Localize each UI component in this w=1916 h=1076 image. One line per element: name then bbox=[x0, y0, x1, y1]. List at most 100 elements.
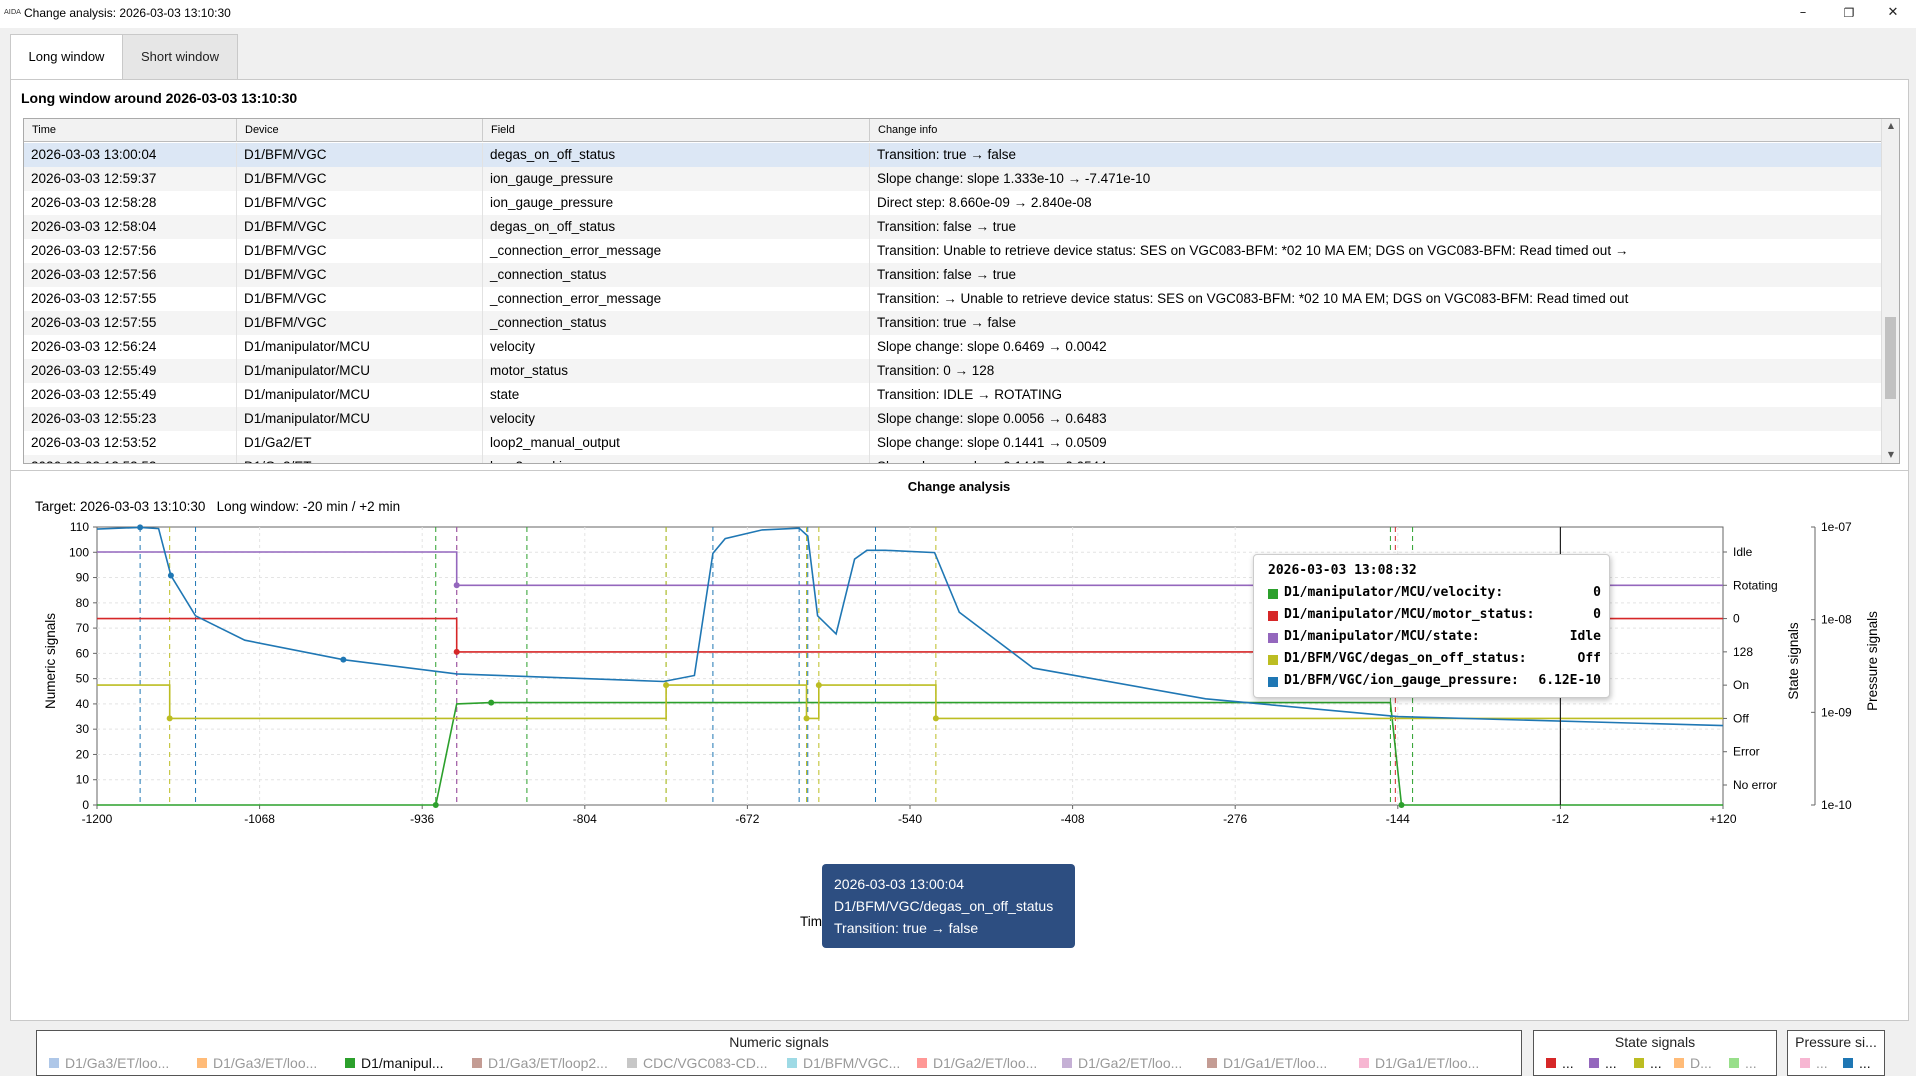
tooltip-label: D1/manipulator/MCU/velocity: bbox=[1284, 585, 1504, 600]
event-tooltip-time: 2026-03-03 13:00:04 bbox=[834, 876, 964, 892]
change-table[interactable]: Time Device Field Change info 2026-03-03… bbox=[23, 118, 1900, 464]
app-icon: AIDA bbox=[4, 8, 21, 16]
series-point[interactable] bbox=[340, 656, 347, 663]
x-tick-label: -1200 bbox=[82, 812, 113, 826]
table-row[interactable]: 2026-03-03 13:00:04 D1/BFM/VGC degas_on_of… bbox=[24, 143, 1882, 167]
legend-swatch-icon bbox=[472, 1058, 482, 1068]
y-tick-label: 50 bbox=[76, 672, 90, 686]
tab-long-window[interactable]: Long window bbox=[10, 34, 123, 81]
cell-changeinfo: Direct step: 8.660e-09 → 2.840e-08 bbox=[870, 191, 1882, 215]
cell-device: D1/BFM/VGC bbox=[237, 167, 483, 191]
table-row[interactable]: 2026-03-03 12:57:56 D1/BFM/VGC _connection… bbox=[24, 263, 1882, 287]
table-row[interactable]: 2026-03-03 12:53:52D1/Ga2/ETloop2_workin… bbox=[24, 455, 1882, 463]
legend-numeric: Numeric signals D1/Ga3/ET/loo... D1/Ga3/E… bbox=[36, 1030, 1522, 1076]
table-row[interactable]: 2026-03-03 12:57:55 D1/BFM/VGC _connection… bbox=[24, 311, 1882, 335]
cell-field: velocity bbox=[483, 407, 870, 431]
cell-field: loop2_working_... bbox=[483, 455, 870, 463]
tooltip-label: D1/BFM/VGC/ion_gauge_pressure: bbox=[1284, 673, 1519, 688]
cell-changeinfo: Transition: true → false bbox=[870, 311, 1882, 335]
y-tick-label: 70 bbox=[76, 621, 90, 635]
series-point[interactable] bbox=[1398, 802, 1405, 808]
table-row[interactable]: 2026-03-03 12:56:24 D1/manipulator/MCU vel… bbox=[24, 335, 1882, 359]
x-tick-label: -804 bbox=[573, 812, 597, 826]
tooltip-row: D1/manipulator/MCU/velocity: 0 bbox=[1268, 585, 1601, 605]
legend-label: ... bbox=[1859, 1055, 1871, 1071]
cell-time: 2026-03-03 12:58:04 bbox=[24, 215, 237, 239]
cell-device: D1/BFM/VGC bbox=[237, 191, 483, 215]
y-tick-label: 20 bbox=[76, 747, 90, 761]
series-point[interactable] bbox=[663, 682, 670, 689]
series-point[interactable] bbox=[453, 582, 460, 589]
cell-device: D1/BFM/VGC bbox=[237, 143, 483, 167]
tooltip-label: D1/BFM/VGC/degas_on_off_status: bbox=[1284, 651, 1527, 666]
series-point[interactable] bbox=[166, 715, 173, 722]
col-device-header[interactable]: Device bbox=[237, 119, 483, 142]
x-tick-label: -144 bbox=[1386, 812, 1410, 826]
state-tick-label: 0 bbox=[1733, 612, 1740, 626]
table-row[interactable]: 2026-03-03 12:59:37 D1/BFM/VGC ion_gauge_p… bbox=[24, 167, 1882, 191]
legend-pressure-title: Pressure si... bbox=[1795, 1034, 1877, 1050]
cell-device: D1/Ga2/ET bbox=[237, 455, 483, 463]
legend-label: D... bbox=[1690, 1055, 1712, 1071]
series-point[interactable] bbox=[167, 572, 174, 579]
cell-field: _connection_status bbox=[483, 263, 870, 287]
cell-changeinfo: Transition: IDLE → ROTATING bbox=[870, 383, 1882, 407]
table-scrollbar[interactable]: ▲ ▼ bbox=[1881, 119, 1899, 463]
table-row[interactable]: 2026-03-03 12:55:49 D1/manipulator/MCU sta… bbox=[24, 383, 1882, 407]
cell-field: motor_status bbox=[483, 359, 870, 383]
table-row[interactable]: 2026-03-03 12:55:23 D1/manipulator/MCU vel… bbox=[24, 407, 1882, 431]
swatch-icon bbox=[1268, 611, 1278, 621]
tooltip-value: Idle bbox=[1569, 629, 1601, 644]
tooltip-row: D1/BFM/VGC/degas_on_off_status: Off bbox=[1268, 651, 1601, 671]
state-tick-label: Rotating bbox=[1733, 578, 1778, 592]
table-row[interactable]: 2026-03-03 12:58:04 D1/BFM/VGC degas_on_of… bbox=[24, 215, 1882, 239]
series-point[interactable] bbox=[803, 715, 810, 722]
tooltip-row: D1/manipulator/MCU/motor_status: 0 bbox=[1268, 607, 1601, 627]
legend-label: ... bbox=[1816, 1055, 1828, 1071]
cell-device: D1/BFM/VGC bbox=[237, 215, 483, 239]
table-row[interactable]: 2026-03-03 12:53:52 D1/Ga2/ET loop2_manual… bbox=[24, 431, 1882, 455]
series-point[interactable] bbox=[137, 524, 144, 531]
series-point[interactable] bbox=[932, 715, 939, 722]
y-axis-label: Numeric signals bbox=[43, 613, 58, 709]
swatch-icon bbox=[1268, 633, 1278, 643]
scroll-thumb[interactable] bbox=[1885, 317, 1896, 399]
table-row[interactable]: 2026-03-03 12:55:49 D1/manipulator/MCU mot… bbox=[24, 359, 1882, 383]
col-time-header[interactable]: Time bbox=[24, 119, 237, 142]
legend-pressure: Pressure si... ...... bbox=[1787, 1030, 1885, 1076]
table-row[interactable]: 2026-03-03 12:58:28 D1/BFM/VGC ion_gauge_p… bbox=[24, 191, 1882, 215]
cell-time: 2026-03-03 12:57:56 bbox=[24, 263, 237, 287]
legend-label: D1/Ga3/ET/loo... bbox=[213, 1055, 318, 1071]
event-tooltip-name: D1/BFM/VGC/degas_on_off_status bbox=[834, 898, 1054, 914]
scroll-down-icon[interactable]: ▼ bbox=[1882, 450, 1899, 459]
legend-swatch-icon bbox=[1800, 1058, 1810, 1068]
legend-swatch-icon bbox=[787, 1058, 797, 1068]
x-tick-label: -1068 bbox=[244, 812, 275, 826]
series-point[interactable] bbox=[432, 802, 439, 808]
series-point[interactable] bbox=[453, 648, 460, 655]
close-button[interactable]: ✕ bbox=[1870, 0, 1916, 28]
x-tick-label: +120 bbox=[1709, 812, 1736, 826]
cell-time: 2026-03-03 12:57:55 bbox=[24, 287, 237, 311]
cell-device: D1/manipulator/MCU bbox=[237, 359, 483, 383]
scroll-up-icon[interactable]: ▲ bbox=[1882, 121, 1899, 130]
legend-label: D1/Ga1/ET/loo... bbox=[1223, 1055, 1328, 1071]
y-tick-label: 80 bbox=[76, 596, 90, 610]
cell-time: 2026-03-03 12:57:56 bbox=[24, 239, 237, 263]
legend-label: D1/Ga3/ET/loo... bbox=[65, 1055, 170, 1071]
minimize-button[interactable]: – bbox=[1780, 0, 1826, 28]
x-tick-label: -276 bbox=[1223, 812, 1247, 826]
x-tick-label: -408 bbox=[1061, 812, 1085, 826]
tab-short-window[interactable]: Short window bbox=[122, 34, 238, 80]
col-field-header[interactable]: Field bbox=[483, 119, 870, 142]
table-row[interactable]: 2026-03-03 12:57:55 D1/BFM/VGC _connection… bbox=[24, 287, 1882, 311]
series-point[interactable] bbox=[815, 682, 822, 689]
table-row[interactable]: 2026-03-03 12:57:56 D1/BFM/VGC _connection… bbox=[24, 239, 1882, 263]
cell-changeinfo: Transition: false → true bbox=[870, 215, 1882, 239]
cell-time: 2026-03-03 12:53:52 bbox=[24, 455, 237, 463]
col-changeinfo-header[interactable]: Change info bbox=[870, 119, 1882, 142]
legend-swatch-icon bbox=[345, 1058, 355, 1068]
restore-button[interactable]: ❐ bbox=[1826, 0, 1872, 28]
cell-changeinfo: Transition: 0 → 128 bbox=[870, 359, 1882, 383]
series-point[interactable] bbox=[488, 699, 495, 706]
